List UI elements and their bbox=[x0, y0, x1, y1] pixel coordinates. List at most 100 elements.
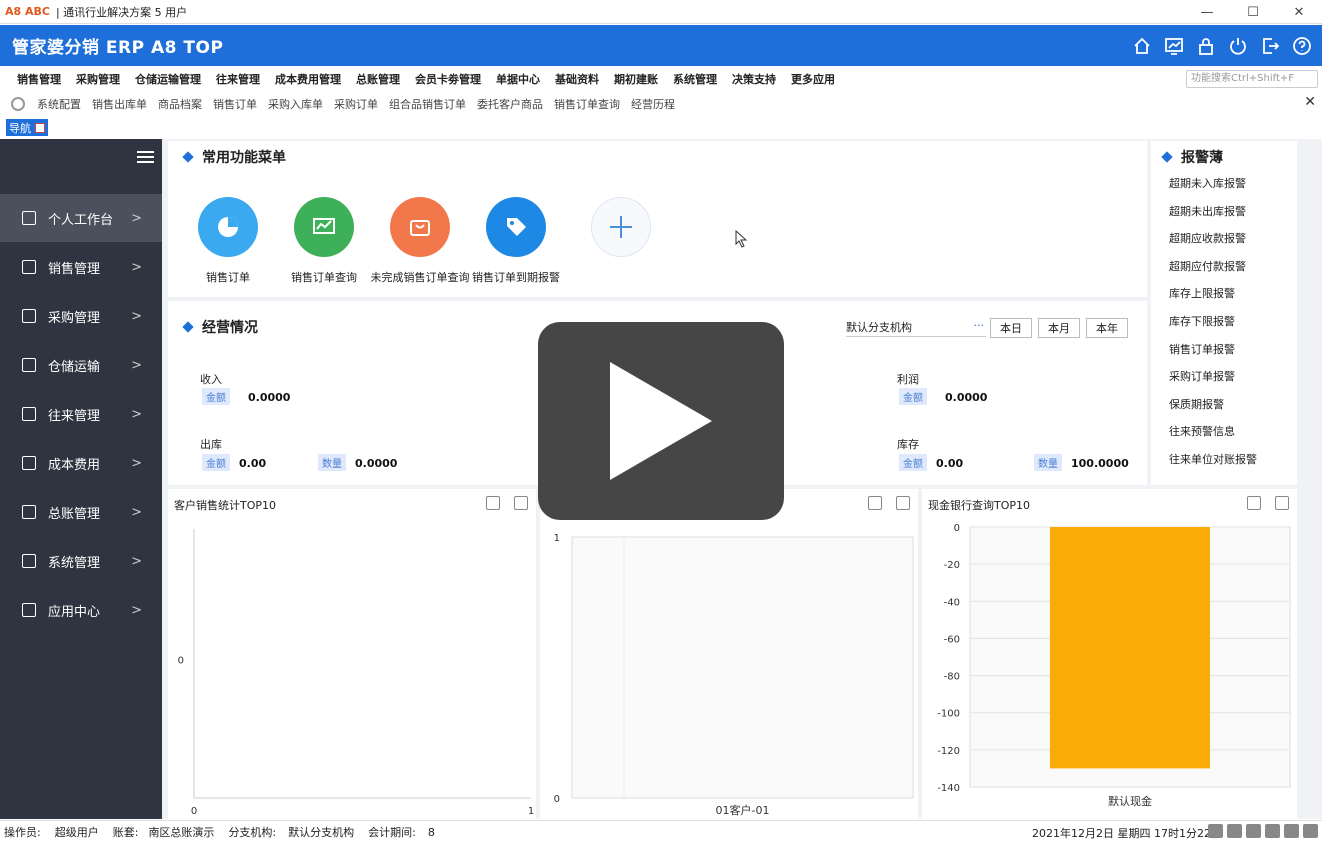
video-play-button[interactable] bbox=[538, 322, 784, 520]
sidebar-item[interactable]: 系统管理 > bbox=[0, 537, 162, 585]
chat-icon[interactable] bbox=[1208, 824, 1223, 838]
menu-item[interactable]: 会员卡劵管理 bbox=[415, 71, 481, 87]
sidebar-item-label: 系统管理 bbox=[48, 555, 101, 571]
sidebar-item-icon bbox=[22, 603, 36, 617]
period-year-button[interactable]: 本年 bbox=[1086, 318, 1128, 338]
grid-icon[interactable] bbox=[1265, 824, 1280, 838]
sidebar-item[interactable]: 总账管理 > bbox=[0, 488, 162, 536]
open-tab[interactable]: 销售订单 bbox=[213, 96, 257, 112]
menu-item[interactable]: 期初建账 bbox=[614, 71, 658, 87]
home-icon[interactable] bbox=[1126, 30, 1158, 62]
monitor-icon[interactable] bbox=[1158, 30, 1190, 62]
close-tabs-icon[interactable]: ✕ bbox=[1304, 94, 1316, 110]
function-shortcut-icon bbox=[486, 197, 546, 257]
warning-link[interactable]: 采购订单报警 bbox=[1169, 368, 1235, 384]
close-icon[interactable]: ✕ bbox=[1276, 0, 1322, 24]
settings-gear-icon[interactable] bbox=[11, 97, 25, 111]
sidebar-item[interactable]: 应用中心 > bbox=[0, 586, 162, 634]
warning-link[interactable]: 库存上限报警 bbox=[1169, 285, 1235, 301]
logout-icon[interactable] bbox=[1254, 30, 1286, 62]
function-shortcut-label: 销售订单到期报警 bbox=[472, 271, 560, 284]
minimize-icon[interactable]: — bbox=[1184, 0, 1230, 24]
branch-selector[interactable]: 默认分支机构 ··· bbox=[846, 319, 986, 337]
menu-item[interactable]: 决策支持 bbox=[732, 71, 776, 87]
lock-icon[interactable] bbox=[1190, 30, 1222, 62]
stock-qty: 100.0000 bbox=[1071, 457, 1129, 470]
open-tab[interactable]: 经营历程 bbox=[631, 96, 675, 112]
menu-item[interactable]: 单据中心 bbox=[496, 71, 540, 87]
common-functions-card: 常用功能菜单 销售订单 销售订单查询 未完成销售订单查询 销售订单到期报警 bbox=[168, 141, 1147, 297]
sidebar-item[interactable]: 销售管理 > bbox=[0, 243, 162, 291]
open-tab[interactable]: 系统配置 bbox=[37, 96, 81, 112]
nav-tab-close-icon[interactable] bbox=[35, 122, 45, 133]
stock-amount: 0.00 bbox=[936, 457, 964, 470]
function-shortcut[interactable]: 销售订单到期报警 bbox=[466, 197, 566, 285]
outbound-qty: 0.0000 bbox=[355, 457, 398, 470]
warning-link[interactable]: 超期应收款报警 bbox=[1169, 230, 1246, 246]
sidebar-item-label: 个人工作台 bbox=[48, 212, 114, 228]
open-tab[interactable]: 采购入库单 bbox=[268, 96, 323, 112]
branch-more-icon[interactable]: ··· bbox=[974, 319, 985, 332]
app-brand: 管家婆分销 ERP A8 TOP bbox=[12, 38, 224, 58]
sidebar-item[interactable]: 往来管理 > bbox=[0, 390, 162, 438]
warning-link[interactable]: 库存下限报警 bbox=[1169, 313, 1235, 329]
warning-link[interactable]: 销售订单报警 bbox=[1169, 341, 1235, 357]
status-datetime: 2021年12月2日 星期四 17时1分22秒 bbox=[1032, 827, 1222, 840]
menu-item[interactable]: 采购管理 bbox=[76, 71, 120, 87]
sidebar-collapse-icon[interactable] bbox=[137, 151, 154, 165]
x-tick-label: 1 bbox=[528, 806, 534, 817]
menu-item[interactable]: 基础资料 bbox=[555, 71, 599, 87]
open-tab[interactable]: 委托客户商品 bbox=[477, 96, 543, 112]
warning-link[interactable]: 超期未出库报警 bbox=[1169, 203, 1246, 219]
income-label: 收入 bbox=[200, 373, 222, 386]
menu-item[interactable]: 系统管理 bbox=[673, 71, 717, 87]
profit-label: 利润 bbox=[897, 373, 919, 386]
sidebar-item[interactable]: 仓储运输 > bbox=[0, 341, 162, 389]
function-shortcut[interactable]: 未完成销售订单查询 bbox=[370, 197, 470, 285]
settings-icon[interactable] bbox=[1284, 824, 1299, 838]
open-tab[interactable]: 商品档案 bbox=[158, 96, 202, 112]
sidebar-item[interactable]: 成本费用 > bbox=[0, 439, 162, 487]
home-icon[interactable] bbox=[1303, 824, 1318, 838]
warning-link[interactable]: 保质期报警 bbox=[1169, 396, 1224, 412]
open-tab[interactable]: 采购订单 bbox=[334, 96, 378, 112]
warning-link[interactable]: 往来预警信息 bbox=[1169, 423, 1235, 439]
warning-link[interactable]: 超期应付款报警 bbox=[1169, 258, 1246, 274]
open-tab[interactable]: 销售出库单 bbox=[92, 96, 147, 112]
menu-item[interactable]: 销售管理 bbox=[17, 71, 61, 87]
power-icon[interactable] bbox=[1222, 30, 1254, 62]
x-category-label: 默认现金 bbox=[1108, 794, 1152, 808]
menu-item[interactable]: 更多应用 bbox=[791, 71, 835, 87]
y-tick-label: 1 bbox=[554, 533, 560, 544]
window-controls: — ☐ ✕ bbox=[1184, 0, 1322, 24]
chevron-right-icon: > bbox=[131, 455, 142, 471]
maximize-icon[interactable]: ☐ bbox=[1230, 0, 1276, 24]
cash-bank-chart: 0 -20 -40 -60 -80 -100 -120 -140 默认现金 bbox=[937, 523, 1291, 808]
nav-tab[interactable]: 导航 bbox=[6, 119, 48, 136]
sidebar-item[interactable]: 个人工作台 > bbox=[0, 194, 162, 242]
function-shortcut[interactable]: 销售订单 bbox=[178, 197, 278, 285]
status-icons bbox=[1208, 824, 1318, 838]
open-tab[interactable]: 组合品销售订单 bbox=[389, 96, 466, 112]
list-icon[interactable] bbox=[1246, 824, 1261, 838]
add-function-button[interactable] bbox=[571, 197, 671, 257]
sidebar-item-label: 销售管理 bbox=[48, 261, 101, 277]
menu-item[interactable]: 成本费用管理 bbox=[275, 71, 341, 87]
menu-item[interactable]: 仓储运输管理 bbox=[135, 71, 201, 87]
warning-link[interactable]: 超期未入库报警 bbox=[1169, 175, 1246, 191]
function-search-input[interactable]: 功能搜索Ctrl+Shift+F bbox=[1186, 70, 1318, 88]
menu-item[interactable]: 往来管理 bbox=[216, 71, 260, 87]
period-today-button[interactable]: 本日 bbox=[990, 318, 1032, 338]
stock-label: 库存 bbox=[897, 438, 919, 451]
open-tab[interactable]: 销售订单查询 bbox=[554, 96, 620, 112]
function-shortcut[interactable]: 销售订单查询 bbox=[274, 197, 374, 285]
sidebar-item[interactable]: 采购管理 > bbox=[0, 292, 162, 340]
sidebar-item-icon bbox=[22, 309, 36, 323]
help-icon[interactable] bbox=[1286, 30, 1318, 62]
warning-link[interactable]: 往来单位对账报警 bbox=[1169, 451, 1257, 467]
chevron-right-icon: > bbox=[131, 357, 142, 373]
menu-item[interactable]: 总账管理 bbox=[356, 71, 400, 87]
document-icon[interactable] bbox=[1227, 824, 1242, 838]
period-month-button[interactable]: 本月 bbox=[1038, 318, 1080, 338]
account-value: 南区总账演示 bbox=[148, 826, 215, 839]
